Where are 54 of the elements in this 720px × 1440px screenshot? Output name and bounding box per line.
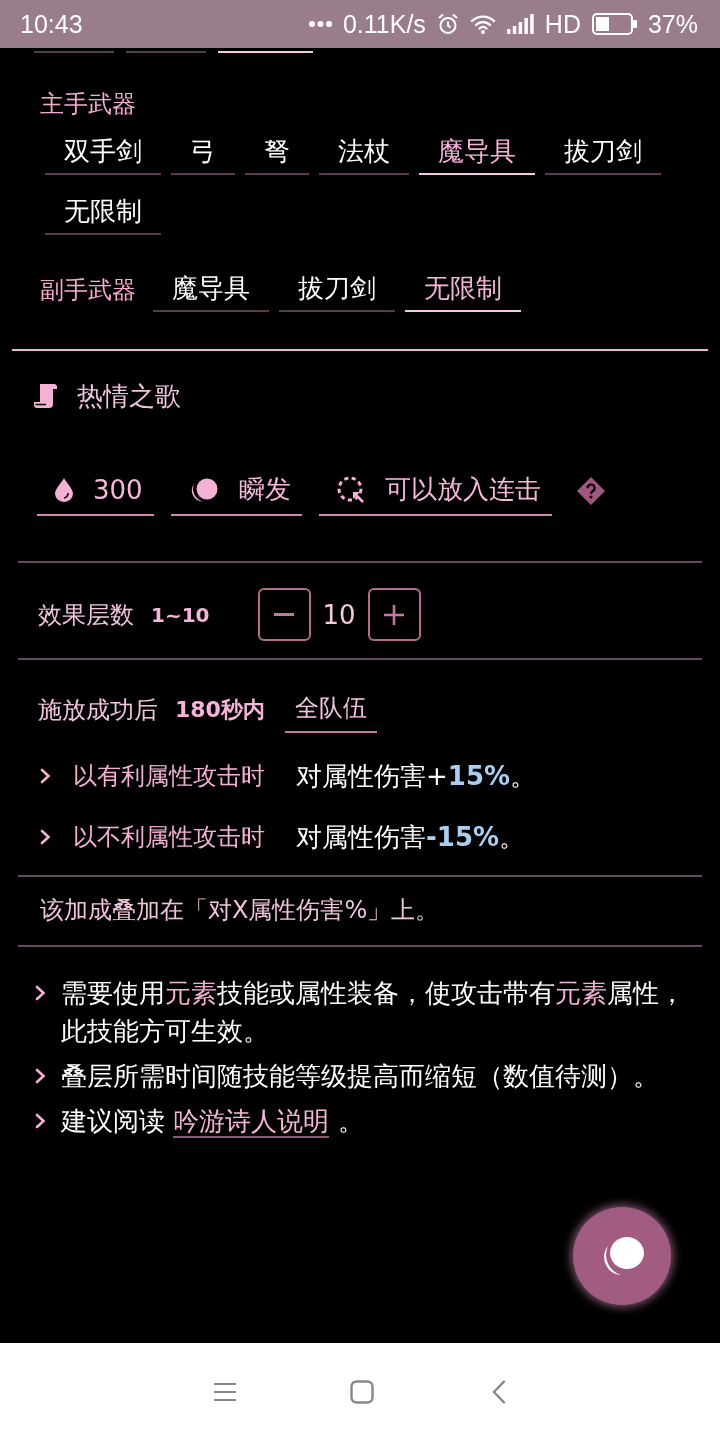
stack-note: 该加成叠加在「对X属性伤害%」上。 [40, 895, 440, 926]
stack-count: 10 [322, 599, 356, 630]
skill-tag[interactable]: 300 [37, 465, 154, 516]
effect-text: 对属性伤害+15%。 [296, 759, 537, 793]
dashed-circle-icon [336, 475, 365, 504]
guide-link[interactable]: 吟游诗人说明 [173, 1106, 330, 1138]
condition-text: 以不利属性攻击时 [73, 822, 265, 853]
wifi-icon [469, 14, 496, 34]
weapon-chip[interactable]: 拔刀剑 [545, 130, 661, 175]
stack-range: 1~10 [151, 602, 210, 627]
skill-tag[interactable]: 可以放入连击 [318, 465, 552, 516]
weapon-chip[interactable]: 无限制 [405, 267, 521, 312]
weapon-chip[interactable]: 双手剑 [45, 130, 161, 175]
floating-action-button[interactable] [573, 1207, 671, 1305]
skill-title: 热情之歌 [77, 381, 181, 411]
target-chip[interactable]: 全队伍 [284, 686, 377, 733]
weapon-chip[interactable]: 法杖 [319, 130, 409, 175]
weapon-chip[interactable]: 魔导具 [153, 267, 269, 312]
chevron-icon [40, 829, 51, 845]
clock-time: 10:43 [20, 9, 83, 39]
chevron-icon [35, 1068, 46, 1084]
condition-text: 以有利属性攻击时 [73, 761, 265, 792]
dots-icon [308, 21, 332, 27]
section-label: 主手武器 [40, 90, 136, 118]
chevron-icon [35, 985, 46, 1001]
note-text: 需要使用元素技能或属性装备，使攻击带有元素属性，此技能方可生效。 [61, 977, 686, 1048]
note-text: 叠层所需时间随技能等级提高而缩短（数值待测）。 [61, 1060, 659, 1093]
chevron-icon [35, 1113, 46, 1129]
battery-percent: 37% [647, 9, 698, 39]
help-icon[interactable] [576, 476, 605, 505]
network-speed: 0.11K/s [342, 9, 426, 39]
increment-button[interactable] [367, 588, 421, 641]
duration-text: 180秒内 [175, 695, 265, 724]
section-label: 副手武器 [40, 275, 136, 304]
chevron-icon [40, 768, 51, 784]
note-text: 建议阅读 吟游诗人说明 。 [61, 1105, 364, 1140]
skill-tag[interactable]: 瞬发 [170, 465, 302, 516]
weapon-chip[interactable]: 拔刀剑 [279, 267, 395, 312]
weapon-chip[interactable]: 魔导具 [419, 130, 535, 175]
drop-icon [55, 477, 73, 502]
network-type: HD [544, 9, 581, 39]
battery-icon [591, 13, 637, 35]
minus-icon [274, 613, 294, 616]
stack-label: 效果层数 [38, 599, 134, 631]
trigger-text: 施放成功后 [38, 694, 158, 726]
signal-icon [506, 14, 534, 34]
weapon-chip[interactable]: 弩 [245, 130, 309, 175]
scroll-icon [34, 383, 57, 409]
effect-text: 对属性伤害-15%。 [296, 820, 526, 854]
decrement-button[interactable] [257, 588, 311, 641]
plus-icon [384, 604, 405, 625]
weapon-chip[interactable]: 弓 [171, 130, 235, 175]
weapon-chip[interactable]: 无限制 [45, 190, 161, 235]
alarm-clock-icon [436, 13, 459, 35]
